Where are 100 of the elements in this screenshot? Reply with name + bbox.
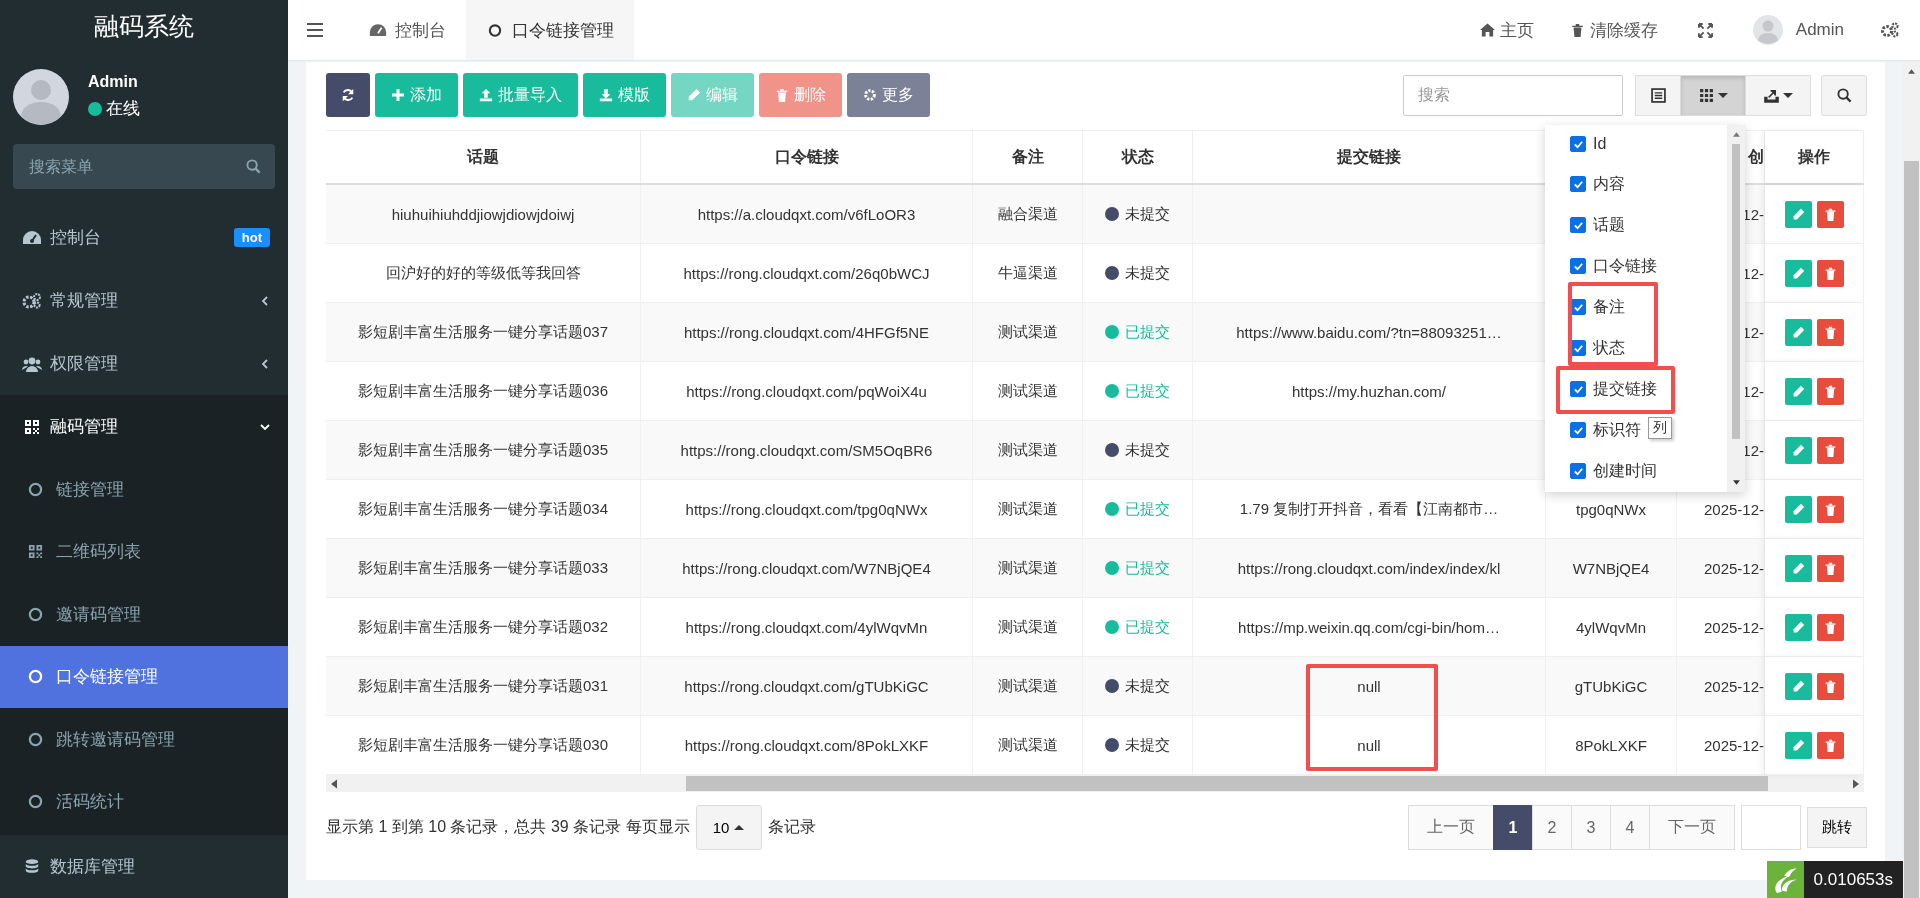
sidebar-subitem[interactable]: 口令链接管理 [0, 645, 288, 708]
refresh-button[interactable] [326, 73, 370, 117]
scroll-up-icon[interactable] [1731, 131, 1741, 138]
edit-button[interactable] [1784, 377, 1812, 405]
delete-button[interactable] [1816, 377, 1844, 405]
sidebar-subitem[interactable]: 跳转邀请码管理 [0, 708, 288, 771]
page-size-dropdown[interactable]: 10 [695, 805, 762, 850]
table-cell: 融合渠道 [973, 185, 1083, 244]
status-text: 已提交 [1125, 381, 1170, 401]
column-option[interactable]: 标识符 [1570, 420, 1641, 440]
horizontal-scrollbar[interactable] [326, 775, 1864, 792]
delete-button[interactable] [1816, 259, 1844, 287]
column-option[interactable]: 备注 [1570, 297, 1625, 317]
search-field[interactable]: 搜索 [1403, 74, 1623, 116]
online-status-icon [88, 101, 102, 116]
edit-button[interactable] [1784, 731, 1812, 759]
edit-button[interactable] [1784, 495, 1812, 523]
edit-button[interactable] [1784, 672, 1812, 700]
page-number-field[interactable] [1741, 805, 1801, 850]
menu-scrollbar[interactable] [1727, 125, 1745, 492]
checkmark-icon [1572, 260, 1584, 272]
sidebar-item[interactable]: 数据库管理 [0, 835, 288, 898]
delete-button[interactable] [1816, 731, 1844, 759]
pencil-icon [687, 88, 701, 102]
checkbox[interactable] [1570, 176, 1586, 192]
users-icon [22, 355, 42, 372]
page-button[interactable]: 2 [1532, 805, 1572, 850]
page-button[interactable]: 3 [1571, 805, 1611, 850]
table-cell: 2025-12- [1703, 736, 1764, 754]
edit-button[interactable] [1784, 554, 1812, 582]
page-button[interactable]: 4 [1610, 805, 1650, 850]
checkbox[interactable] [1570, 381, 1586, 397]
fullscreen-icon[interactable] [1697, 22, 1713, 38]
home-link[interactable]: 主页 [1479, 0, 1534, 60]
delete-button[interactable] [1816, 672, 1844, 700]
edit-button[interactable] [1784, 259, 1812, 287]
search-icon[interactable] [246, 159, 261, 174]
checkbox[interactable] [1570, 258, 1586, 274]
page-tab[interactable]: 控制台 [349, 0, 466, 60]
search-button[interactable] [1821, 74, 1867, 116]
page-button[interactable]: 1 [1493, 805, 1533, 850]
column-header[interactable]: 话题 [326, 131, 641, 183]
export-button[interactable] [1745, 74, 1811, 116]
checkbox[interactable] [1570, 217, 1586, 233]
previous-page-button[interactable]: 上一页 [1408, 805, 1494, 850]
sidebar-item[interactable]: 常规管理 [0, 269, 288, 332]
column-option[interactable]: Id [1570, 135, 1607, 153]
column-option[interactable]: 创建时间 [1570, 461, 1657, 481]
edit-button[interactable] [1784, 200, 1812, 228]
table-cell: 测试渠道 [973, 421, 1083, 480]
table-cell: tpg0qNWx [1576, 500, 1646, 518]
sidebar-subitem[interactable]: 邀请码管理 [0, 583, 288, 646]
delete-button[interactable] [1816, 436, 1844, 464]
column-header[interactable]: 操作 [1765, 131, 1864, 183]
checkbox[interactable] [1570, 136, 1586, 152]
delete-button[interactable] [1816, 613, 1844, 641]
next-page-button[interactable]: 下一页 [1649, 805, 1735, 850]
checkbox[interactable] [1570, 422, 1586, 438]
delete-button[interactable] [1816, 495, 1844, 523]
column-header[interactable]: 备注 [973, 131, 1083, 183]
more-button[interactable]: 更多 [847, 73, 930, 117]
settings-icon[interactable] [1880, 22, 1900, 38]
checkmark-icon [1572, 219, 1584, 231]
column-option[interactable]: 口令链接 [1570, 256, 1657, 276]
card-view-button[interactable] [1635, 74, 1681, 116]
edit-button[interactable] [1784, 318, 1812, 346]
menu-search-field[interactable]: 搜索菜单 [13, 144, 275, 189]
list-icon [1650, 87, 1666, 103]
column-option[interactable]: 内容 [1570, 174, 1625, 194]
edit-button[interactable] [1784, 436, 1812, 464]
page-scrollbar[interactable] [1903, 60, 1920, 898]
checkbox[interactable] [1570, 463, 1586, 479]
column-option[interactable]: 话题 [1570, 215, 1625, 235]
delete-button[interactable] [1816, 318, 1844, 346]
pencil-icon [1791, 384, 1805, 398]
menu-icon[interactable] [307, 23, 323, 37]
delete-button[interactable] [1816, 200, 1844, 228]
sidebar-subitem[interactable]: 链接管理 [0, 458, 288, 521]
column-header[interactable]: 状态 [1083, 131, 1193, 183]
scroll-up-icon[interactable] [1907, 68, 1916, 75]
edit-button[interactable] [1784, 613, 1812, 641]
delete-button[interactable] [1816, 554, 1844, 582]
clear-cache-link[interactable]: 清除缓存 [1569, 0, 1658, 60]
page-tab[interactable]: 口令链接管理 [466, 0, 634, 60]
sidebar-item[interactable]: 权限管理 [0, 332, 288, 395]
sidebar-item[interactable]: 控制台 hot [0, 206, 288, 269]
user-menu[interactable]: Admin [1752, 0, 1844, 60]
user-status: 在线 [106, 98, 140, 121]
checkmark-icon [1572, 465, 1584, 477]
status-text: 已提交 [1125, 558, 1170, 578]
column-option[interactable]: 状态 [1570, 338, 1625, 358]
column-header[interactable]: 口令链接 [641, 131, 973, 183]
sidebar-subitem[interactable]: 二维码列表 [0, 520, 288, 583]
sidebar-subitem[interactable]: 活码统计 [0, 770, 288, 833]
columns-button[interactable] [1680, 74, 1746, 116]
checkmark-icon [1572, 424, 1584, 436]
column-option[interactable]: 提交链接 [1570, 379, 1657, 399]
circle-icon [28, 481, 43, 497]
go-button[interactable]: 跳转 [1807, 807, 1867, 848]
pencil-icon [1791, 679, 1805, 693]
